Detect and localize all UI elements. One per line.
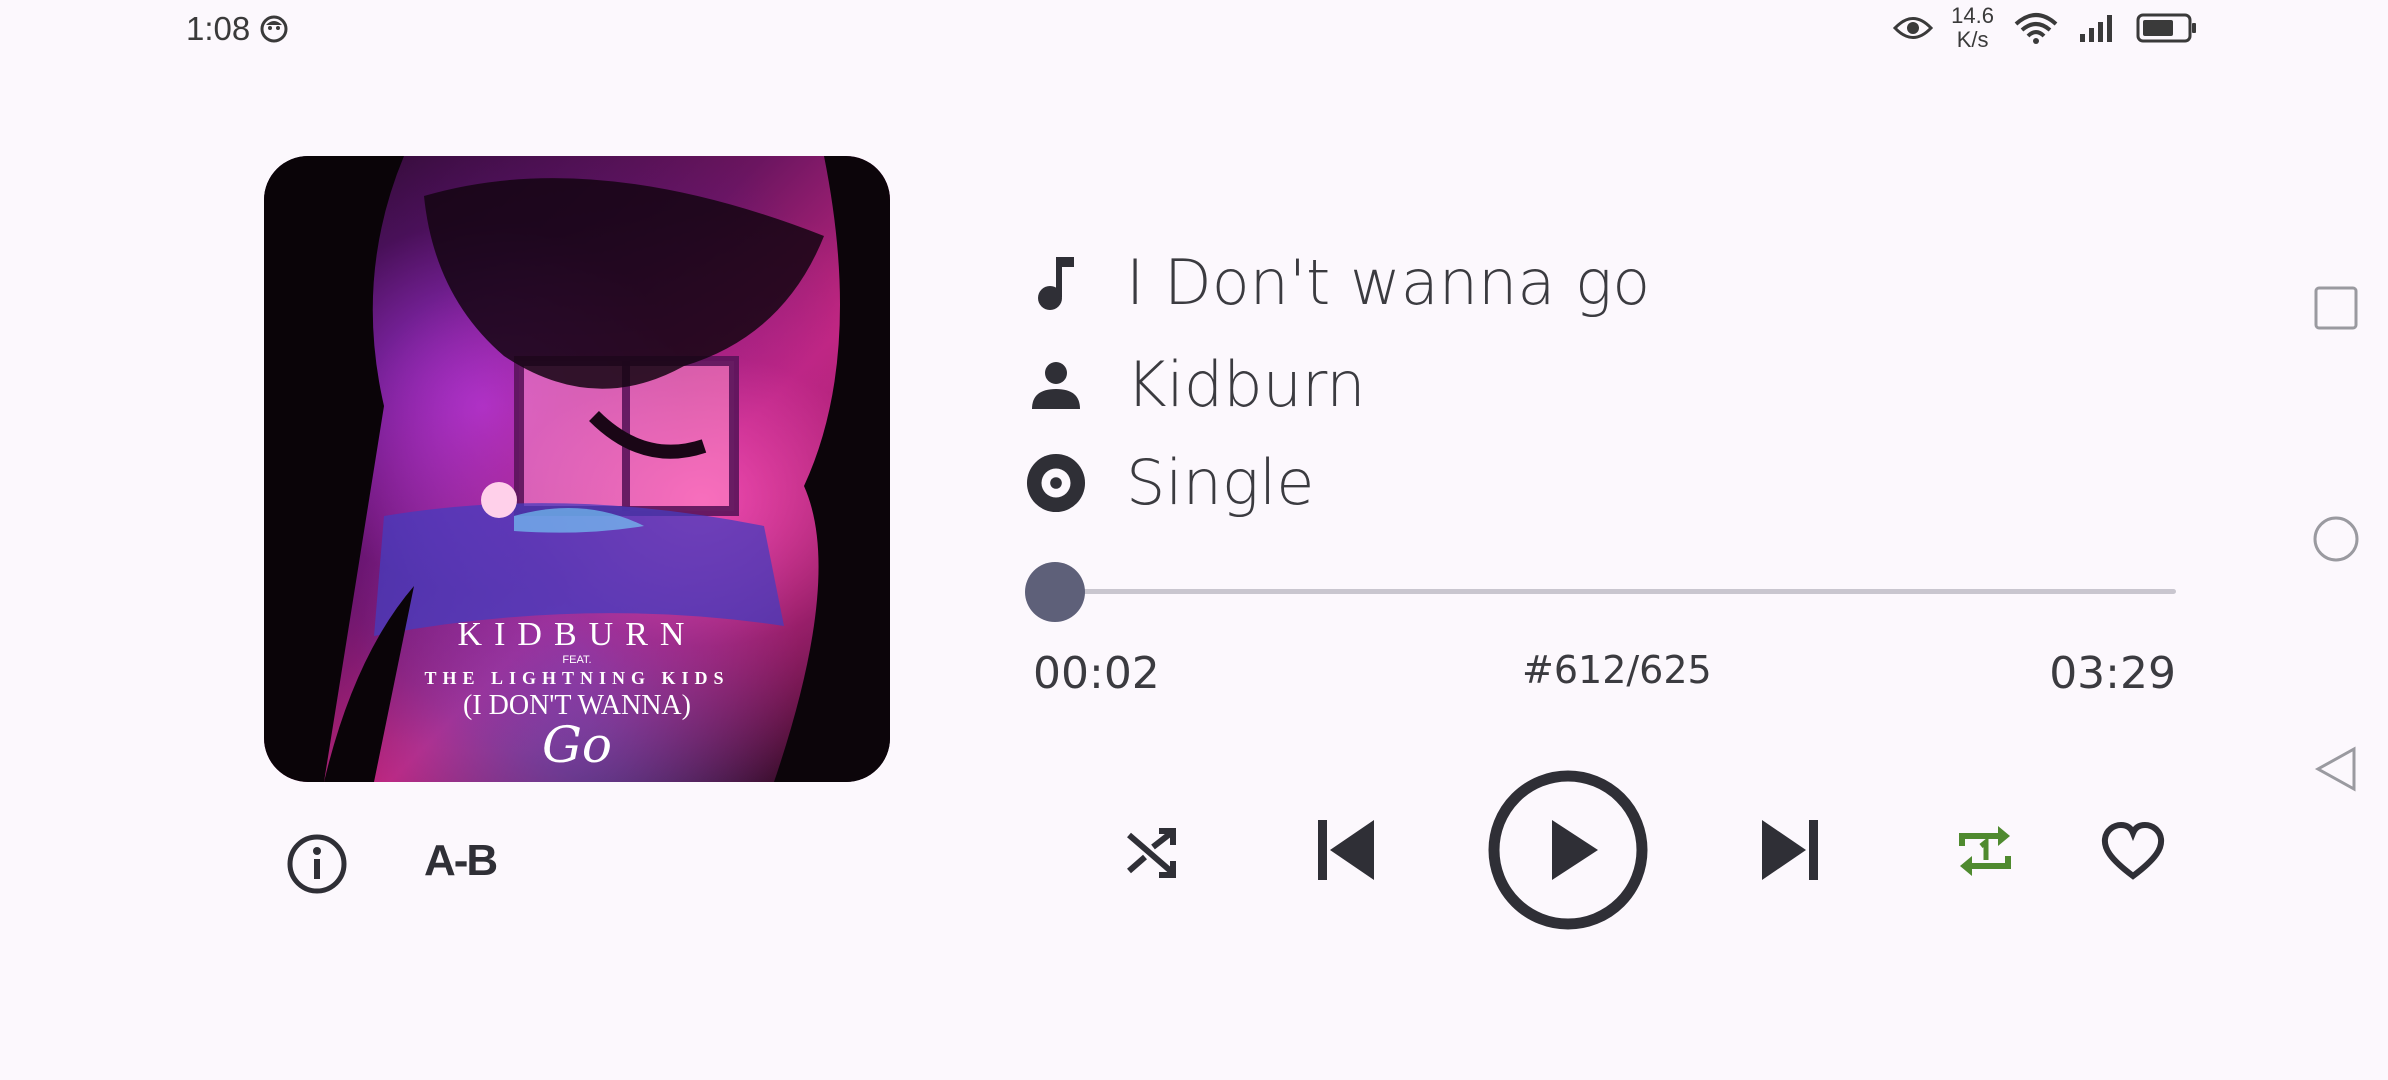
status-bar-indicators: 14.6 K/s [1893, 4, 2198, 52]
favorite-button[interactable] [2098, 818, 2168, 884]
track-album-row: Single [1026, 446, 1314, 519]
track-artist-row: Kidburn [1026, 348, 1366, 421]
seek-bar-thumb[interactable] [1024, 562, 1085, 622]
person-icon [1026, 355, 1086, 415]
info-icon [287, 834, 347, 894]
repeat-one-icon [1959, 826, 2011, 876]
clock: 1:08 [186, 10, 251, 47]
nav-home-button[interactable] [2310, 513, 2362, 565]
network-speed-value: 14.6 [1951, 3, 1994, 28]
wifi-icon [2014, 13, 2058, 44]
album-art-artist: KIDBURN [457, 616, 697, 653]
track-title-row: I Don't wanna go [1026, 246, 1650, 319]
circle-icon [2313, 516, 2359, 562]
previous-button[interactable] [1310, 812, 1380, 888]
repeat-button[interactable] [1950, 818, 2020, 884]
album-art-title-script: Go [541, 716, 613, 774]
music-note-icon [1026, 253, 1086, 313]
battery-icon [2136, 13, 2196, 43]
skip-previous-icon [1318, 820, 1374, 880]
square-icon [2314, 286, 2358, 330]
track-album: Single [1126, 446, 1315, 519]
status-bar-time: 1:08 [186, 10, 288, 48]
eye-icon [1893, 17, 1934, 39]
signal-icon [2080, 15, 2112, 42]
track-title: I Don't wanna go [1126, 246, 1651, 319]
shuffle-button[interactable] [1118, 820, 1184, 886]
ab-repeat-button[interactable]: A-B [424, 836, 498, 886]
next-button[interactable] [1756, 812, 1826, 888]
shuffle-icon [1127, 828, 1176, 878]
total-time: 03:29 [2049, 648, 2176, 699]
nav-recents-button[interactable] [2310, 282, 2362, 334]
album-art: KIDBURN FEAT. THE LIGHTNING KIDS (I DON'… [264, 156, 890, 782]
album-art-feat: FEAT. [562, 654, 592, 666]
seek-bar-track[interactable] [1044, 589, 2176, 594]
network-speed: 14.6 K/s [1951, 4, 1994, 52]
album-disc-icon [1026, 453, 1086, 513]
heart-icon [2101, 822, 2165, 880]
skip-next-icon [1762, 820, 1818, 880]
notification-face-icon [260, 15, 288, 43]
triangle-back-icon [2314, 746, 2356, 792]
play-icon [1488, 770, 1648, 930]
track-artist: Kidburn [1126, 348, 1366, 421]
nav-back-button[interactable] [2310, 743, 2362, 795]
album-art-feat-artist: THE LIGHTNING KIDS [424, 668, 730, 688]
play-button[interactable] [1488, 770, 1648, 930]
network-speed-unit: K/s [1956, 27, 1989, 52]
queue-position: #612/625 [1522, 648, 1712, 692]
info-button[interactable] [286, 833, 348, 895]
current-time: 00:02 [1033, 648, 1160, 699]
